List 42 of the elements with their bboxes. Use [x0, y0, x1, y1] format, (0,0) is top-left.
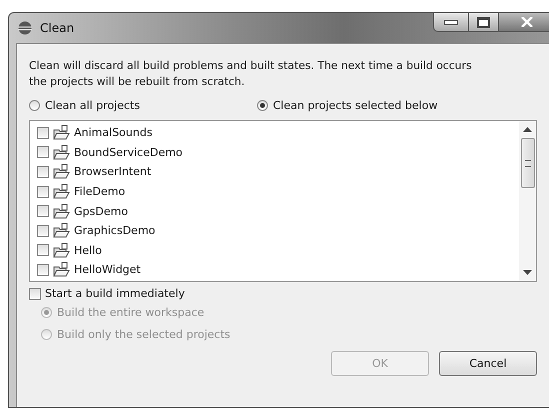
- checkbox[interactable]: [37, 205, 49, 218]
- close-button[interactable]: [499, 12, 549, 32]
- close-icon[interactable]: [520, 17, 532, 27]
- start-build-option[interactable]: Start a build immediately: [29, 287, 549, 300]
- radio-option[interactable]: Clean all projects: [29, 99, 140, 112]
- minimize-button[interactable]: [433, 12, 469, 32]
- project-folder-icon: [53, 204, 70, 219]
- project-name[interactable]: GraphicsDemo: [74, 224, 156, 238]
- checkbox[interactable]: [37, 264, 49, 276]
- checkbox[interactable]: [37, 146, 49, 158]
- sphere-icon: [18, 21, 32, 35]
- project-name[interactable]: BrowserIntent: [74, 165, 152, 178]
- project-folder-icon: [53, 144, 70, 160]
- project-folder-icon: [53, 164, 70, 180]
- project-name[interactable]: GpsDemo: [74, 204, 128, 218]
- checkbox[interactable]: [37, 224, 49, 237]
- project-name[interactable]: BoundServiceDemo: [74, 146, 183, 159]
- radio-button[interactable]: [256, 100, 268, 111]
- checkbox[interactable]: [37, 126, 49, 139]
- scroll-thumb[interactable]: [520, 138, 534, 188]
- scroll-down-icon[interactable]: [523, 270, 532, 275]
- maximize-button[interactable]: [469, 12, 499, 32]
- scroll-up-icon[interactable]: [523, 127, 532, 132]
- project-folder-icon: [53, 242, 70, 258]
- project-name[interactable]: Hello: [74, 244, 102, 257]
- cancel-button[interactable]: Cancel: [439, 351, 537, 376]
- checkbox[interactable]: [37, 244, 49, 256]
- checkbox[interactable]: [29, 288, 41, 300]
- vertical-scrollbar[interactable]: [519, 121, 536, 281]
- checkbox[interactable]: [37, 186, 49, 198]
- project-folder-icon: [53, 262, 70, 278]
- project-folder-icon: [53, 223, 70, 238]
- description-text: Clean will discard all build problems and built states. The next time a build occurs the projects will be rebuilt from scratch.: [29, 58, 473, 90]
- radio-button[interactable]: [29, 100, 40, 111]
- project-name[interactable]: FileDemo: [74, 185, 126, 198]
- project-folder-icon: [53, 184, 70, 200]
- project-name[interactable]: HelloWidget: [74, 263, 141, 276]
- radio-option[interactable]: Clean projects selected below: [256, 99, 438, 112]
- project-name[interactable]: AnimalSounds: [74, 126, 152, 140]
- project-folder-icon: [53, 125, 70, 140]
- checkbox[interactable]: [37, 166, 49, 178]
- window-title: Clean: [40, 21, 74, 35]
